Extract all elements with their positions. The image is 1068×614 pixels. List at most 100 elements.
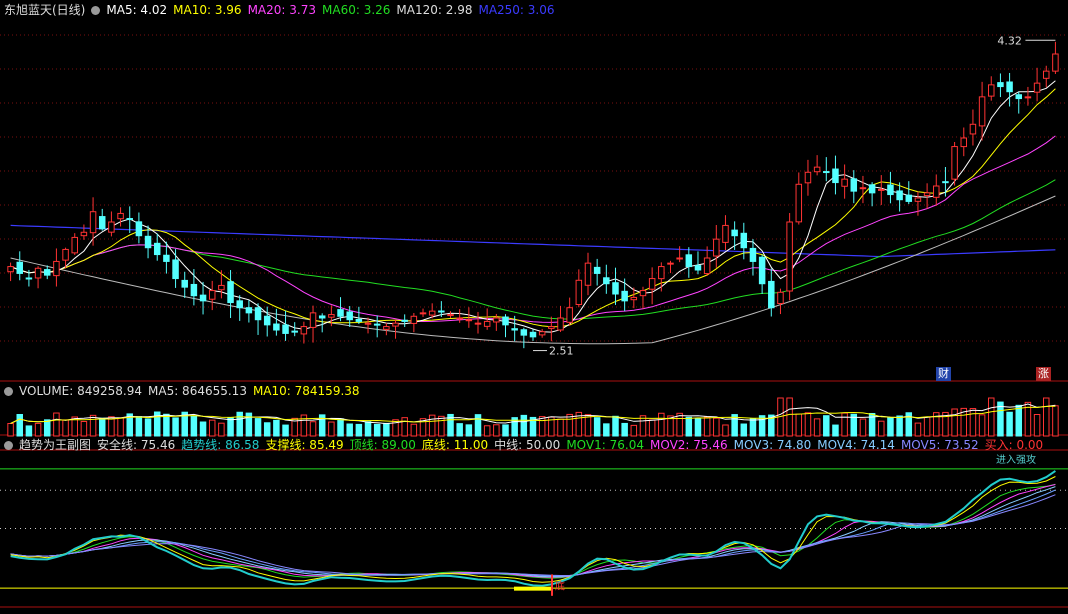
candle-down [318, 315, 326, 319]
volume-legend: VOLUME: 849258.94 MA5: 864655.13 MA10: 784… [19, 384, 366, 398]
volume-bar [584, 414, 592, 437]
candle-down [731, 229, 738, 237]
volume-bar [1033, 414, 1041, 437]
candle-up [914, 197, 922, 202]
candle-up [218, 284, 225, 291]
volume-bar [813, 418, 821, 437]
volume-bar [309, 421, 317, 437]
volume-bar [703, 416, 711, 437]
candle-up [575, 279, 583, 306]
candle-down [511, 328, 518, 331]
candle-up [309, 312, 317, 328]
candle-up [813, 166, 821, 173]
indicator-name: 趋势为王副图 [19, 438, 92, 452]
candle-down [172, 259, 179, 280]
ma10-line [10, 88, 1056, 328]
volume-bar [1052, 405, 1059, 437]
candle-up [960, 137, 968, 148]
candle-up [108, 221, 115, 233]
candle-up [419, 312, 427, 315]
candle-up [483, 320, 491, 327]
candle-down [529, 331, 537, 338]
volume-bar [438, 415, 445, 437]
volume-bar [144, 418, 152, 437]
high-price-label: 4.32 [997, 34, 1022, 47]
volume-bar [117, 417, 124, 437]
candle-down [520, 329, 528, 336]
indicator-header: 趋势为王副图 安全线: 75.46 趋势线: 86.58 支撑线: 85.49 顶线: … [4, 438, 1055, 452]
candle-up [676, 257, 683, 260]
indicator-legend-item-3: 顶线: 89.00 [349, 438, 416, 452]
candle-up [1033, 82, 1041, 93]
volume-bar [383, 422, 390, 437]
candle-up [658, 266, 665, 280]
volume-bar [208, 419, 216, 437]
volume-bar [172, 417, 179, 437]
candle-down [603, 277, 610, 285]
volume-bar [25, 425, 33, 437]
volume-bar [557, 418, 564, 437]
bottom-annotation: 底 [555, 580, 565, 593]
rise-badge[interactable]: 涨 [1036, 367, 1051, 381]
candle-down [254, 307, 262, 321]
volume-bar [465, 424, 473, 437]
volume-bar [630, 424, 638, 437]
candle-up [465, 319, 473, 322]
candle-up [34, 267, 42, 279]
volume-bar [62, 419, 69, 437]
volume-bar [887, 417, 894, 437]
candle-down [346, 311, 353, 321]
candle-up [804, 171, 812, 184]
candle-down [227, 281, 234, 304]
volume-settings-circle-icon[interactable] [4, 387, 13, 396]
volume-bar [969, 408, 977, 437]
candle-down [823, 171, 830, 174]
volume-bar [328, 421, 335, 437]
volume-bar [493, 424, 500, 437]
indicator-legend-item-1: 趋势线: 86.58 [181, 438, 260, 452]
volume-bar [410, 423, 418, 437]
volume-bar [263, 422, 271, 437]
ma-legend-item-5: MA250: 3.06 [478, 3, 555, 17]
candle-up [208, 290, 216, 300]
volume-bar [364, 421, 372, 437]
chart-canvas: 4.32 2.51 底 进入强攻 [0, 34, 1068, 608]
main-chart-header: 东旭蓝天(日线) MA5: 4.02 MA10: 3.96 MA20: 3.73 MA6… [4, 3, 567, 17]
candle-down [1006, 81, 1013, 93]
candle-up [630, 296, 638, 301]
volume-legend-item-1: MA5: 864655.13 [148, 384, 247, 398]
ma-legend: MA5: 4.02 MA10: 3.96 MA20: 3.73 MA60: 3.26 M… [106, 3, 560, 17]
volume-bar [658, 412, 665, 437]
candle-down [740, 232, 748, 249]
finance-badge[interactable]: 财 [936, 367, 951, 381]
volume-legend-item-2: MA10: 784159.38 [252, 384, 360, 398]
volume-bar [282, 424, 289, 437]
mov3-line [10, 486, 1056, 578]
ma-legend-item-4: MA120: 2.98 [396, 3, 473, 17]
candle-down [997, 82, 1004, 88]
candle-down [373, 323, 381, 326]
ma-legend-item-2: MA20: 3.73 [247, 3, 316, 17]
volume-bar [648, 419, 656, 437]
candle-down [43, 269, 51, 276]
candle-up [548, 326, 555, 329]
candle-up [777, 291, 784, 305]
ma-legend-item-3: MA60: 3.26 [322, 3, 391, 17]
candle-up [878, 188, 885, 191]
candle-up [978, 96, 986, 127]
candle-down [291, 330, 298, 333]
volume-bar [98, 417, 106, 437]
indicator-legend-item-4: 底线: 11.00 [421, 438, 489, 452]
candle-down [199, 294, 207, 302]
candle-up [300, 326, 308, 335]
candle-up [859, 187, 867, 190]
indicator-legend: 安全线: 75.46 趋势线: 86.58 支撑线: 85.49 顶线: 89.00 底… [97, 438, 1049, 452]
volume-bar [951, 408, 958, 437]
candle-up [474, 322, 482, 325]
volume-bar [786, 397, 793, 437]
indicator-settings-circle-icon[interactable] [4, 441, 13, 450]
candle-up [62, 248, 69, 261]
settings-circle-icon[interactable] [91, 6, 101, 15]
volume-bar [80, 420, 88, 437]
volume-bar [7, 422, 14, 437]
